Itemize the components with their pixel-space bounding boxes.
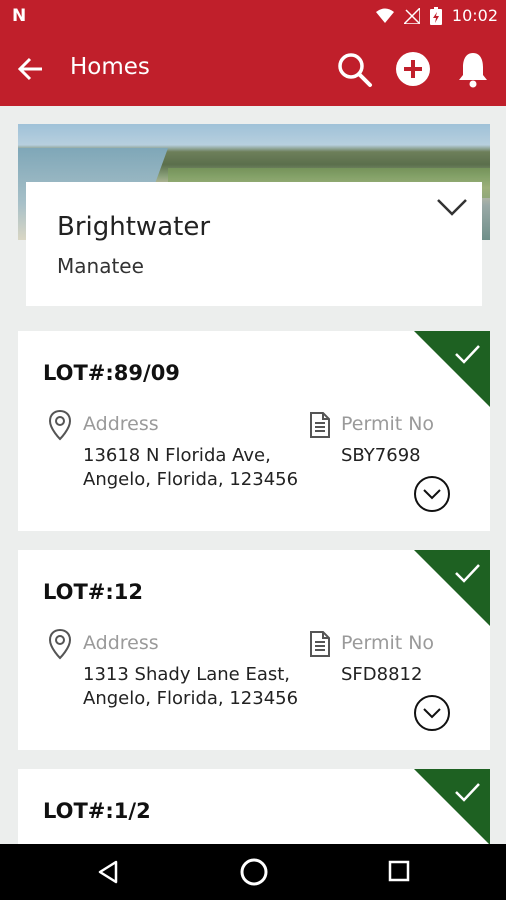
expand-circle-icon[interactable]: [413, 694, 451, 732]
status-time: 10:02: [451, 6, 498, 25]
nav-back-icon[interactable]: [96, 860, 120, 884]
community-header[interactable]: Brightwater Manatee: [18, 124, 490, 308]
check-icon: [455, 564, 480, 583]
nav-home-icon[interactable]: [239, 857, 269, 887]
lot-card[interactable]: LOT#:89/09 Address 13618 N Florida Ave, …: [18, 331, 490, 531]
add-circle-icon[interactable]: [394, 50, 432, 88]
system-nav-bar: [0, 844, 506, 900]
expand-circle-icon[interactable]: [413, 475, 451, 513]
chevron-down-icon[interactable]: [436, 196, 468, 218]
lot-number: LOT#:12: [43, 580, 144, 604]
address-line2: Angelo, Florida, 123456: [83, 688, 299, 709]
wifi-icon: [375, 8, 394, 23]
lot-card[interactable]: LOT#:12 Address 1313 Shady Lane East, An…: [18, 550, 490, 750]
community-card[interactable]: Brightwater Manatee: [26, 182, 482, 306]
back-arrow-icon[interactable]: [16, 54, 46, 84]
app-bar: Homes: [0, 32, 506, 106]
address-label: Address: [83, 632, 159, 654]
community-county: Manatee: [57, 254, 144, 278]
search-icon[interactable]: [336, 51, 374, 89]
document-icon: [310, 631, 330, 657]
permit-number: SBY7698: [341, 445, 421, 466]
address-line2: Angelo, Florida, 123456: [83, 469, 299, 490]
signal-off-icon: [403, 7, 420, 24]
status-bar: N 10:02: [0, 0, 506, 32]
page-title: Homes: [70, 54, 150, 80]
permit-label: Permit No: [341, 632, 435, 654]
lot-number: LOT#:1/2: [43, 799, 151, 823]
address-label: Address: [83, 413, 159, 435]
nav-recent-apps-icon[interactable]: [388, 860, 410, 882]
lot-card[interactable]: LOT#:1/2: [18, 769, 490, 844]
bell-icon[interactable]: [456, 50, 490, 88]
permit-number: SFD8812: [341, 664, 423, 685]
address-line1: 13618 N Florida Ave,: [83, 445, 271, 466]
community-name: Brightwater: [57, 212, 211, 242]
address-line1: 1313 Shady Lane East,: [83, 664, 291, 685]
permit-label: Permit No: [341, 413, 435, 435]
lot-number: LOT#:89/09: [43, 361, 180, 385]
check-icon: [455, 783, 480, 802]
location-pin-icon: [48, 628, 72, 660]
notification-n-icon: N: [12, 6, 27, 26]
document-icon: [310, 412, 330, 438]
battery-charging-icon: [429, 6, 442, 25]
check-icon: [455, 345, 480, 364]
location-pin-icon: [48, 409, 72, 441]
